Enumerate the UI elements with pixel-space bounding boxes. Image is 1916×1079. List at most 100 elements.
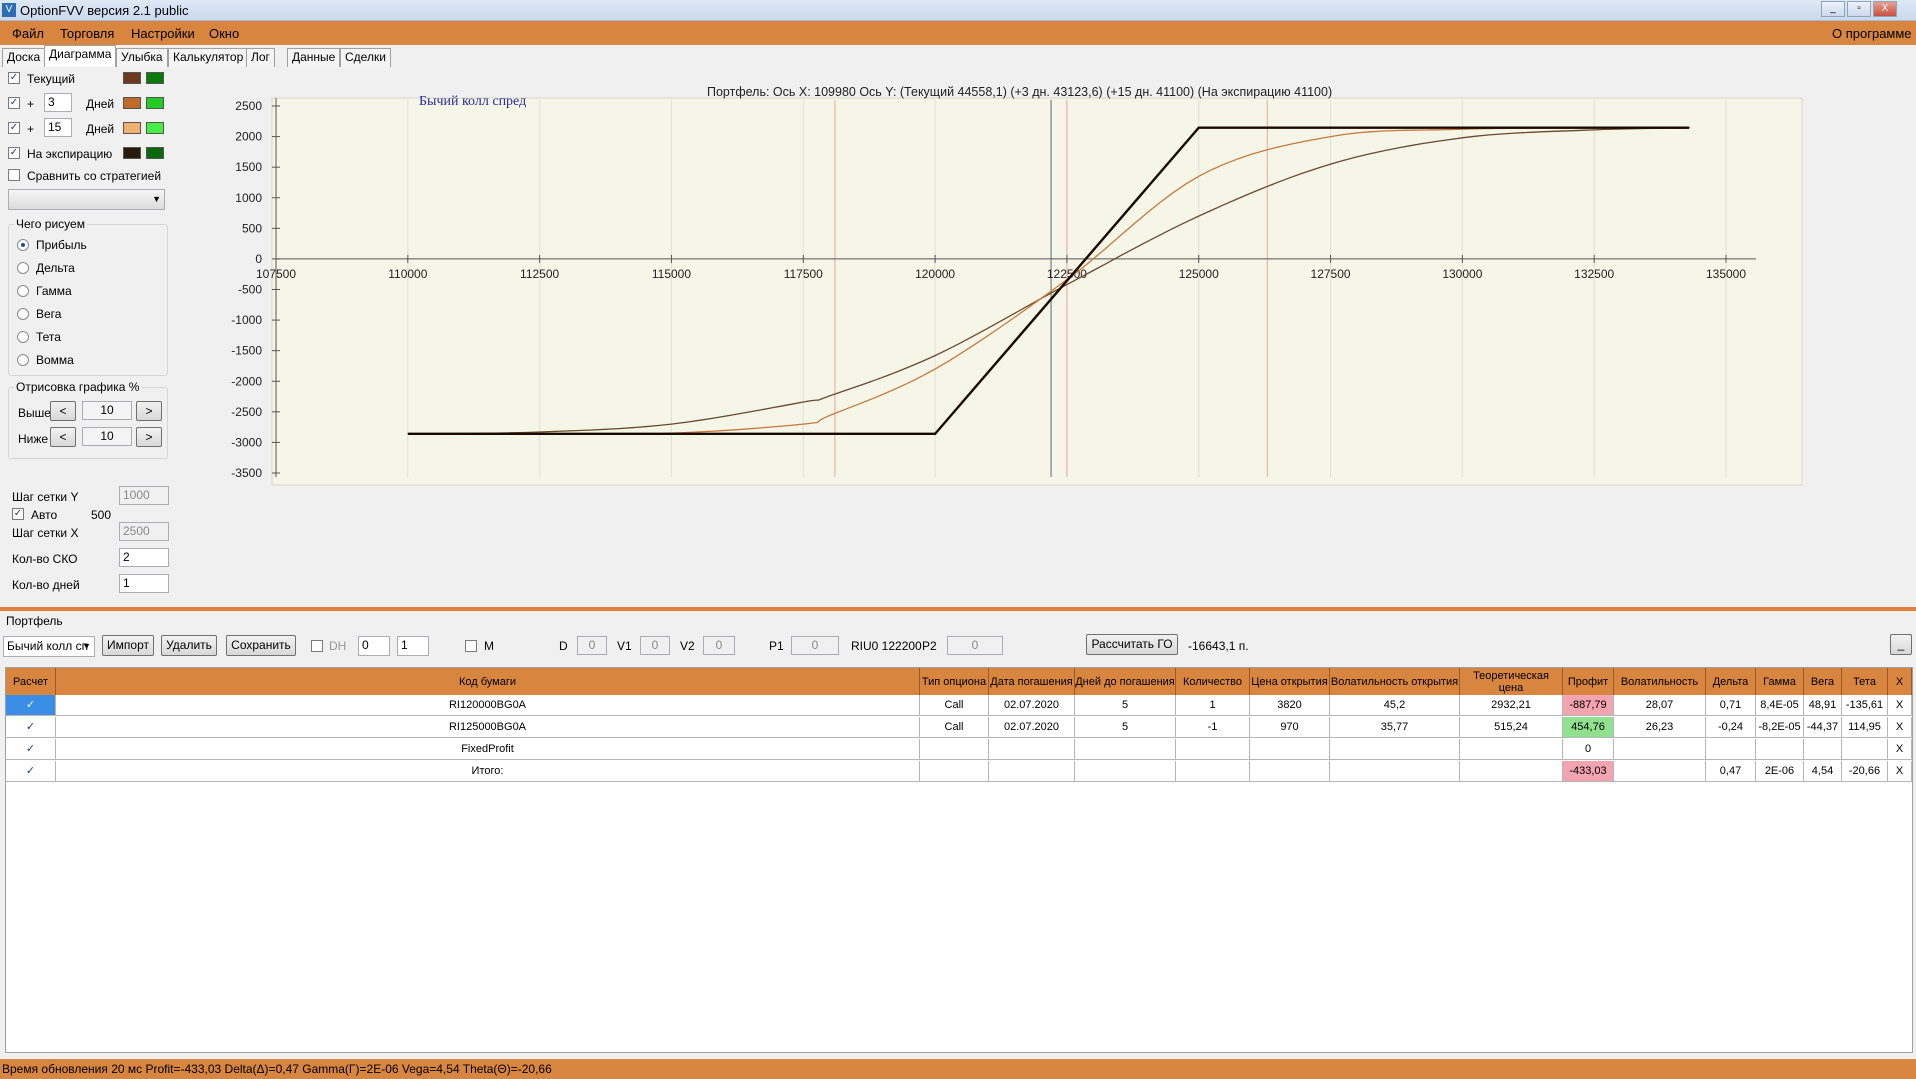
table-cell[interactable] [989, 761, 1075, 782]
row-delete-button[interactable]: X [1888, 761, 1912, 782]
table-cell[interactable] [1460, 739, 1563, 760]
table-cell[interactable]: 1 [1176, 695, 1250, 716]
save-button[interactable]: Сохранить [226, 635, 296, 656]
import-button[interactable]: Импорт [102, 635, 154, 656]
table-cell[interactable]: -1 [1176, 717, 1250, 738]
table-cell[interactable]: 45,2 [1330, 695, 1460, 716]
table-header[interactable]: Тип опциона [920, 668, 989, 695]
expiry-color-a[interactable] [123, 147, 141, 159]
days2-color-a[interactable] [123, 122, 141, 134]
table-header[interactable]: Дней до погашения [1075, 668, 1176, 695]
table-cell[interactable] [920, 761, 989, 782]
v2-input[interactable]: 0 [703, 636, 735, 655]
table-cell[interactable]: 5 [1075, 717, 1176, 738]
radio-gamma[interactable] [17, 285, 29, 297]
table-cell[interactable] [1706, 739, 1756, 760]
days2-color-b[interactable] [146, 122, 164, 134]
below-decrease-button[interactable]: < [50, 427, 76, 447]
table-cell[interactable]: 02.07.2020 [989, 695, 1075, 716]
table-cell[interactable]: 26,23 [1614, 717, 1706, 738]
table-header[interactable]: Гамма [1756, 668, 1804, 695]
table-cell[interactable]: Итого: [56, 761, 920, 782]
table-cell[interactable]: Call [920, 695, 989, 716]
table-header[interactable]: Код бумаги [56, 668, 920, 695]
table-cell[interactable]: 114,95 [1842, 717, 1888, 738]
table-cell[interactable] [1250, 739, 1330, 760]
days-count-input[interactable]: 1 [119, 574, 169, 593]
below-increase-button[interactable]: > [136, 427, 162, 447]
row-calc-checkbox[interactable]: ✓ [6, 717, 56, 738]
menu-file[interactable]: Файл [12, 26, 44, 41]
table-cell[interactable]: 2E-06 [1756, 761, 1804, 782]
tab-log[interactable]: Лог [246, 48, 275, 67]
grid-x-input[interactable]: 2500 [119, 522, 169, 541]
collapse-button[interactable]: _ [1890, 634, 1912, 655]
menu-window[interactable]: Окно [209, 26, 239, 41]
table-cell[interactable]: RI120000BG0A [56, 695, 920, 716]
table-header[interactable]: Тета [1842, 668, 1888, 695]
table-cell[interactable]: 28,07 [1614, 695, 1706, 716]
table-header[interactable]: X [1888, 668, 1912, 695]
table-header[interactable]: Волатильность [1614, 668, 1706, 695]
table-cell[interactable] [1804, 739, 1842, 760]
radio-vomma[interactable] [17, 354, 29, 366]
days1-color-b[interactable] [146, 97, 164, 109]
below-value[interactable]: 10 [82, 427, 132, 446]
row-calc-checkbox[interactable]: ✓ [6, 739, 56, 760]
calc-go-button[interactable]: Рассчитать ГО [1086, 634, 1178, 655]
tab-diagram[interactable]: Диаграмма [44, 45, 117, 67]
above-value[interactable]: 10 [82, 401, 132, 420]
table-cell[interactable] [1614, 739, 1706, 760]
table-cell[interactable] [989, 739, 1075, 760]
days1-color-a[interactable] [123, 97, 141, 109]
expiry-color-b[interactable] [146, 147, 164, 159]
menu-about[interactable]: О программе [1832, 26, 1912, 41]
table-header[interactable]: Волатильность открытия [1330, 668, 1460, 695]
sko-input[interactable]: 2 [119, 548, 169, 567]
table-cell[interactable]: 0 [1563, 739, 1614, 760]
table-cell[interactable] [1842, 739, 1888, 760]
table-header[interactable]: Дата погашения [989, 668, 1075, 695]
menu-trading[interactable]: Торговля [60, 26, 114, 41]
table-cell[interactable]: -20,66 [1842, 761, 1888, 782]
table-header[interactable]: Теоретическая цена [1460, 668, 1563, 695]
row-delete-button[interactable]: X [1888, 695, 1912, 716]
radio-profit[interactable] [17, 239, 29, 251]
table-header[interactable]: Дельта [1706, 668, 1756, 695]
table-cell[interactable]: -8,2E-05 [1756, 717, 1804, 738]
days2-checkbox[interactable]: ✓ [8, 122, 20, 134]
delete-button[interactable]: Удалить [161, 635, 217, 656]
table-cell[interactable]: -0,24 [1706, 717, 1756, 738]
dh-spin-1[interactable]: 0 [358, 636, 390, 656]
table-header[interactable]: Количество [1176, 668, 1250, 695]
table-cell[interactable]: 515,24 [1460, 717, 1563, 738]
dh-spin-2[interactable]: 1 [397, 636, 429, 656]
table-cell[interactable]: 0,71 [1706, 695, 1756, 716]
payoff-chart[interactable]: Бычий колл спред Портфель: Ось X: 109980… [172, 67, 1916, 607]
table-cell[interactable]: RI125000BG0A [56, 717, 920, 738]
table-cell[interactable] [1176, 739, 1250, 760]
close-button[interactable]: X [1873, 1, 1897, 17]
row-delete-button[interactable]: X [1888, 717, 1912, 738]
expiry-checkbox[interactable]: ✓ [8, 147, 20, 159]
p1-input[interactable]: 0 [791, 636, 839, 655]
radio-delta[interactable] [17, 262, 29, 274]
table-cell[interactable]: 02.07.2020 [989, 717, 1075, 738]
strategy-compare-dropdown[interactable]: ▼ [8, 189, 165, 210]
table-header[interactable]: Профит [1563, 668, 1614, 695]
above-increase-button[interactable]: > [136, 401, 162, 421]
v1-input[interactable]: 0 [640, 636, 670, 655]
current-checkbox[interactable]: ✓ [8, 72, 20, 84]
radio-vega[interactable] [17, 308, 29, 320]
tab-calculator[interactable]: Калькулятор [168, 48, 249, 67]
tab-data[interactable]: Данные [287, 48, 341, 67]
table-cell[interactable]: 48,91 [1804, 695, 1842, 716]
dh-checkbox[interactable] [311, 640, 323, 652]
table-cell[interactable] [1176, 761, 1250, 782]
table-cell[interactable]: 8,4E-05 [1756, 695, 1804, 716]
row-calc-checkbox[interactable]: ✓ [6, 761, 56, 782]
radio-theta[interactable] [17, 331, 29, 343]
table-cell[interactable] [920, 739, 989, 760]
p2-input[interactable]: 0 [947, 636, 1003, 655]
tab-board[interactable]: Доска [2, 48, 46, 67]
